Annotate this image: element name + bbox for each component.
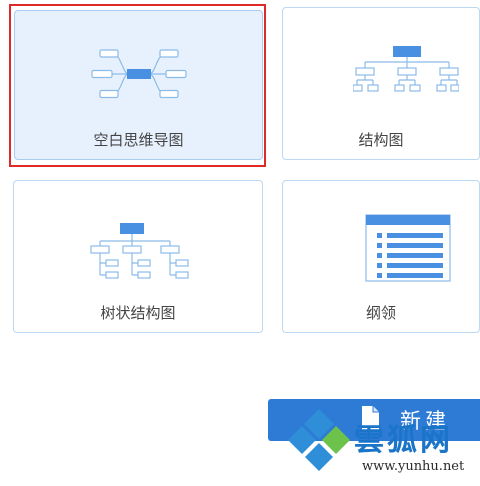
template-label: 纲领 (365, 304, 396, 322)
selection-outline (9, 4, 266, 167)
watermark-title: 雲狐网 (354, 423, 453, 458)
template-card-tree[interactable]: 树状结构图 (13, 180, 263, 333)
watermark: 雲狐网 www.yunhu.net (286, 405, 480, 486)
outline-thumbnail-icon (365, 214, 451, 282)
template-label: 树状结构图 (100, 304, 176, 322)
watermark-logo-icon (288, 409, 350, 471)
template-card-structure[interactable]: 结构图 (282, 7, 480, 160)
watermark-url: www.yunhu.net (362, 459, 465, 474)
tree-thumbnail-icon (90, 223, 189, 279)
template-picker: 空白思维导图 结构图 树状结构图 纲领 新建 雲狐网 www.yunhu.net (0, 0, 480, 486)
template-card-outline[interactable]: 纲领 (282, 180, 480, 333)
structure-thumbnail-icon (353, 46, 459, 92)
template-label: 结构图 (358, 131, 404, 149)
